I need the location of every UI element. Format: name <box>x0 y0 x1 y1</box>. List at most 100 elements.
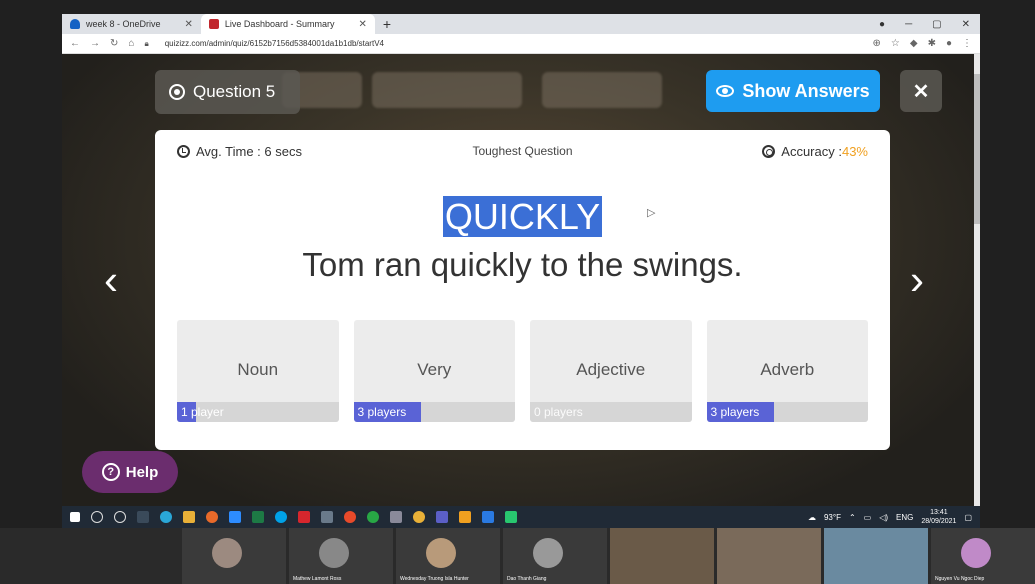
target-icon <box>762 145 776 158</box>
tab-live-dashboard[interactable]: Live Dashboard - Summary ✕ <box>200 14 375 34</box>
next-question-chevron-icon[interactable]: › <box>910 259 924 301</box>
option-adverb[interactable]: Adverb 3 players <box>706 320 868 422</box>
option-label: Noun <box>237 360 279 379</box>
acrobat-icon[interactable] <box>298 511 310 523</box>
network-icon[interactable]: ▭ <box>864 513 872 522</box>
close-tab-icon[interactable]: ✕ <box>358 19 366 30</box>
scroll-thumb[interactable] <box>974 74 980 224</box>
windows-start-icon[interactable] <box>70 512 80 522</box>
player-bar: 3 players <box>706 402 868 422</box>
option-label: Very <box>417 360 452 379</box>
participant-avatar <box>533 538 563 568</box>
app-icon[interactable] <box>344 511 356 523</box>
player-bar: 0 players <box>530 402 692 422</box>
avatar-icon[interactable]: ● <box>946 38 952 49</box>
zoom-icon[interactable]: ⊕ <box>873 38 881 49</box>
profile-dot-icon[interactable]: ● <box>879 19 885 30</box>
question-sentence: Tom ran quickly to the swings. <box>302 246 743 283</box>
participant-tile[interactable]: Wednesday Truong Isla Hunter <box>396 528 500 584</box>
system-tray: ☁ 93°F ⌃ ▭ ◁) ENG 13:41 28/09/2021 ▢ <box>808 508 972 526</box>
maximize-icon[interactable]: ▢ <box>932 19 941 30</box>
weather-temp[interactable]: 93°F <box>824 513 841 522</box>
tab-label: week 8 - OneDrive <box>86 19 161 29</box>
option-very[interactable]: Very 3 players <box>353 320 515 422</box>
participant-name: Nguyen Vu Ngoc Diep <box>935 576 985 582</box>
help-label: Help <box>125 463 159 481</box>
excel-icon[interactable] <box>252 511 264 523</box>
teams-icon[interactable] <box>436 511 448 523</box>
app-icon[interactable] <box>321 511 333 523</box>
page-scrollbar[interactable] <box>974 54 980 514</box>
close-window-icon[interactable]: ✕ <box>962 19 970 30</box>
back-icon[interactable]: ← <box>70 38 80 49</box>
participant-name: Wednesday Truong Isla Hunter <box>400 576 469 582</box>
language-indicator[interactable]: ENG <box>896 513 913 522</box>
prev-question-chevron-icon[interactable]: ‹ <box>104 259 118 301</box>
new-tab-button[interactable]: + <box>375 14 399 34</box>
participant-tile[interactable] <box>717 528 821 584</box>
show-answers-label: Show Answers <box>742 80 870 101</box>
show-answers-button[interactable]: Show Answers <box>706 70 880 112</box>
blurred-background-button <box>542 72 662 108</box>
participant-avatar <box>426 538 456 568</box>
forward-icon[interactable]: → <box>90 38 100 49</box>
player-bar: 1 player <box>177 402 339 422</box>
app-icon[interactable] <box>367 511 379 523</box>
vlc-icon[interactable] <box>459 511 471 523</box>
participant-avatar <box>319 538 349 568</box>
participant-tile[interactable] <box>182 528 286 584</box>
app-icon[interactable] <box>505 511 517 523</box>
option-noun[interactable]: Noun 1 player <box>177 320 339 422</box>
participant-tile[interactable]: Mathew Lamont Ross <box>289 528 393 584</box>
file-explorer-icon[interactable] <box>183 511 195 523</box>
tab-onedrive[interactable]: week 8 - OneDrive ✕ <box>62 14 201 34</box>
answer-options: Noun 1 player Very 3 players Adjective 0… <box>177 320 868 422</box>
accuracy-value: 43% <box>841 144 868 159</box>
address-bar: ← → ↻ ⌂ 🔒︎ quizizz.com/admin/quiz/6152b7… <box>62 34 980 54</box>
participant-avatar <box>961 538 991 568</box>
chrome-icon[interactable] <box>413 511 425 523</box>
card-header: Avg. Time : 6 secs Toughest Question Acc… <box>155 144 890 164</box>
minimize-icon[interactable]: ─ <box>905 19 912 30</box>
player-count: 1 player <box>181 405 224 419</box>
volume-icon[interactable]: ◁) <box>879 513 888 522</box>
menu-icon[interactable]: ⋮ <box>962 38 972 49</box>
task-view-icon[interactable] <box>137 511 149 523</box>
cortana-icon[interactable] <box>114 511 126 523</box>
outlook-icon[interactable] <box>482 511 494 523</box>
close-tab-icon[interactable]: ✕ <box>185 19 193 30</box>
lock-icon: 🔒︎ <box>144 38 149 48</box>
option-adjective[interactable]: Adjective 0 players <box>530 320 692 422</box>
participant-tile[interactable]: Nguyen Vu Ngoc Diep <box>931 528 1035 584</box>
tray-chevron-icon[interactable]: ⌃ <box>849 513 856 522</box>
quizizz-icon <box>208 19 219 29</box>
question-card: Avg. Time : 6 secs Toughest Question Acc… <box>155 130 890 450</box>
onedrive-icon <box>70 19 80 29</box>
help-button[interactable]: ? Help <box>82 451 178 493</box>
url-field[interactable]: quizizz.com/admin/quiz/6152b7156d5384001… <box>165 39 384 48</box>
taskbar-clock[interactable]: 13:41 28/09/2021 <box>921 508 956 526</box>
participant-tile[interactable] <box>610 528 714 584</box>
keyword-highlight: QUICKLY <box>442 196 603 237</box>
skype-icon[interactable] <box>275 511 287 523</box>
option-label: Adverb <box>760 360 815 379</box>
close-button[interactable]: ✕ <box>900 70 942 112</box>
mouse-cursor-icon: ▷ <box>647 207 656 219</box>
home-icon[interactable]: ⌂ <box>128 38 134 49</box>
reload-icon[interactable]: ↻ <box>110 38 118 49</box>
participant-tile[interactable] <box>824 528 928 584</box>
eye-icon <box>716 85 735 97</box>
star-icon[interactable]: ☆ <box>891 38 900 49</box>
firefox-icon[interactable] <box>206 511 218 523</box>
zoom-app-icon[interactable] <box>229 511 241 523</box>
extension-icon[interactable]: ◆ <box>910 38 918 49</box>
puzzle-icon[interactable]: ✱ <box>928 38 936 49</box>
edge-icon[interactable] <box>160 511 172 523</box>
blurred-background-button <box>372 72 522 108</box>
participant-name: Dao Thanh Giang <box>507 576 547 582</box>
search-icon[interactable] <box>91 511 103 523</box>
question-number-pill: Question 5 <box>155 70 300 114</box>
participant-tile[interactable]: Dao Thanh Giang <box>503 528 607 584</box>
notification-icon[interactable]: ▢ <box>964 513 972 522</box>
app-icon[interactable] <box>390 511 402 523</box>
